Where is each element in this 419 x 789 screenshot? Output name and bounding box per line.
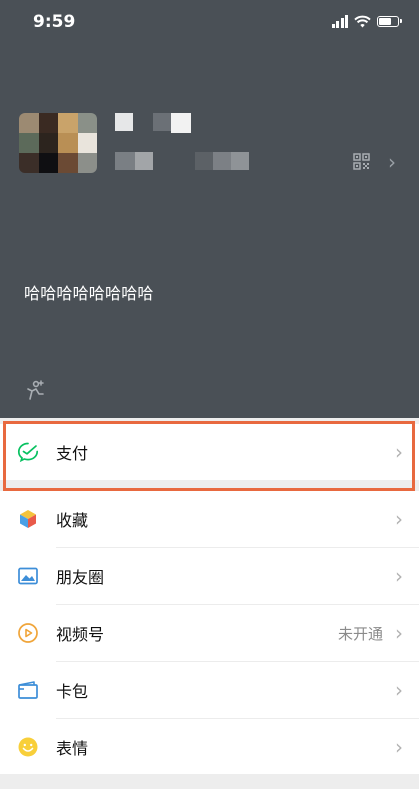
cards-icon <box>18 681 38 699</box>
menu-item-cards[interactable]: 卡包 › <box>0 662 419 718</box>
menu-item-favorites[interactable]: 收藏 › <box>0 491 419 547</box>
chevron-right-icon: › <box>395 735 403 759</box>
pay-card: 支付 › <box>0 424 419 480</box>
status-icons <box>331 15 402 28</box>
wechat-id-pixelated <box>115 150 255 172</box>
profile-chevron-icon[interactable]: › <box>388 150 396 174</box>
chevron-right-icon: › <box>395 678 403 702</box>
status-text[interactable]: 哈哈哈哈哈哈哈哈 <box>24 280 154 304</box>
add-status-icon[interactable] <box>22 377 48 403</box>
menu-item-stickers[interactable]: 表情 › <box>0 719 419 775</box>
favorites-icon <box>20 510 36 528</box>
chevron-right-icon: › <box>395 507 403 531</box>
menu-item-moments[interactable]: 朋友圈 › <box>0 548 419 604</box>
menu-item-pay[interactable]: 支付 › <box>0 424 419 480</box>
menu-item-label: 收藏 <box>56 511 89 530</box>
stickers-icon <box>18 737 38 757</box>
menu-item-label: 朋友圈 <box>56 568 105 587</box>
menu-item-label: 表情 <box>56 739 89 758</box>
menu-item-label: 卡包 <box>56 682 89 701</box>
channels-icon <box>18 623 38 643</box>
channels-status: 未开通 <box>337 624 383 643</box>
menu-item-channels[interactable]: 视频号 未开通 › <box>0 605 419 661</box>
avatar[interactable] <box>19 113 97 173</box>
wifi-icon <box>354 15 371 28</box>
qr-code-icon[interactable] <box>353 153 370 170</box>
nickname-pixelated <box>115 113 195 133</box>
battery-icon <box>377 16 402 27</box>
moments-icon <box>18 567 38 585</box>
chevron-right-icon: › <box>395 621 403 645</box>
status-time: 9:59 <box>33 12 76 32</box>
chevron-right-icon: › <box>395 440 403 464</box>
menu-item-label: 视频号 <box>56 625 105 644</box>
chevron-right-icon: › <box>395 564 403 588</box>
menu-item-label: 支付 <box>56 444 89 463</box>
menu-card: 收藏 › 朋友圈 › 视频号 未开通 › 卡包 › 表情 › <box>0 491 419 774</box>
profile-header: 9:59 › 哈哈哈哈哈哈哈哈 <box>0 0 419 418</box>
pay-icon <box>17 442 39 463</box>
signal-icon <box>331 15 348 28</box>
